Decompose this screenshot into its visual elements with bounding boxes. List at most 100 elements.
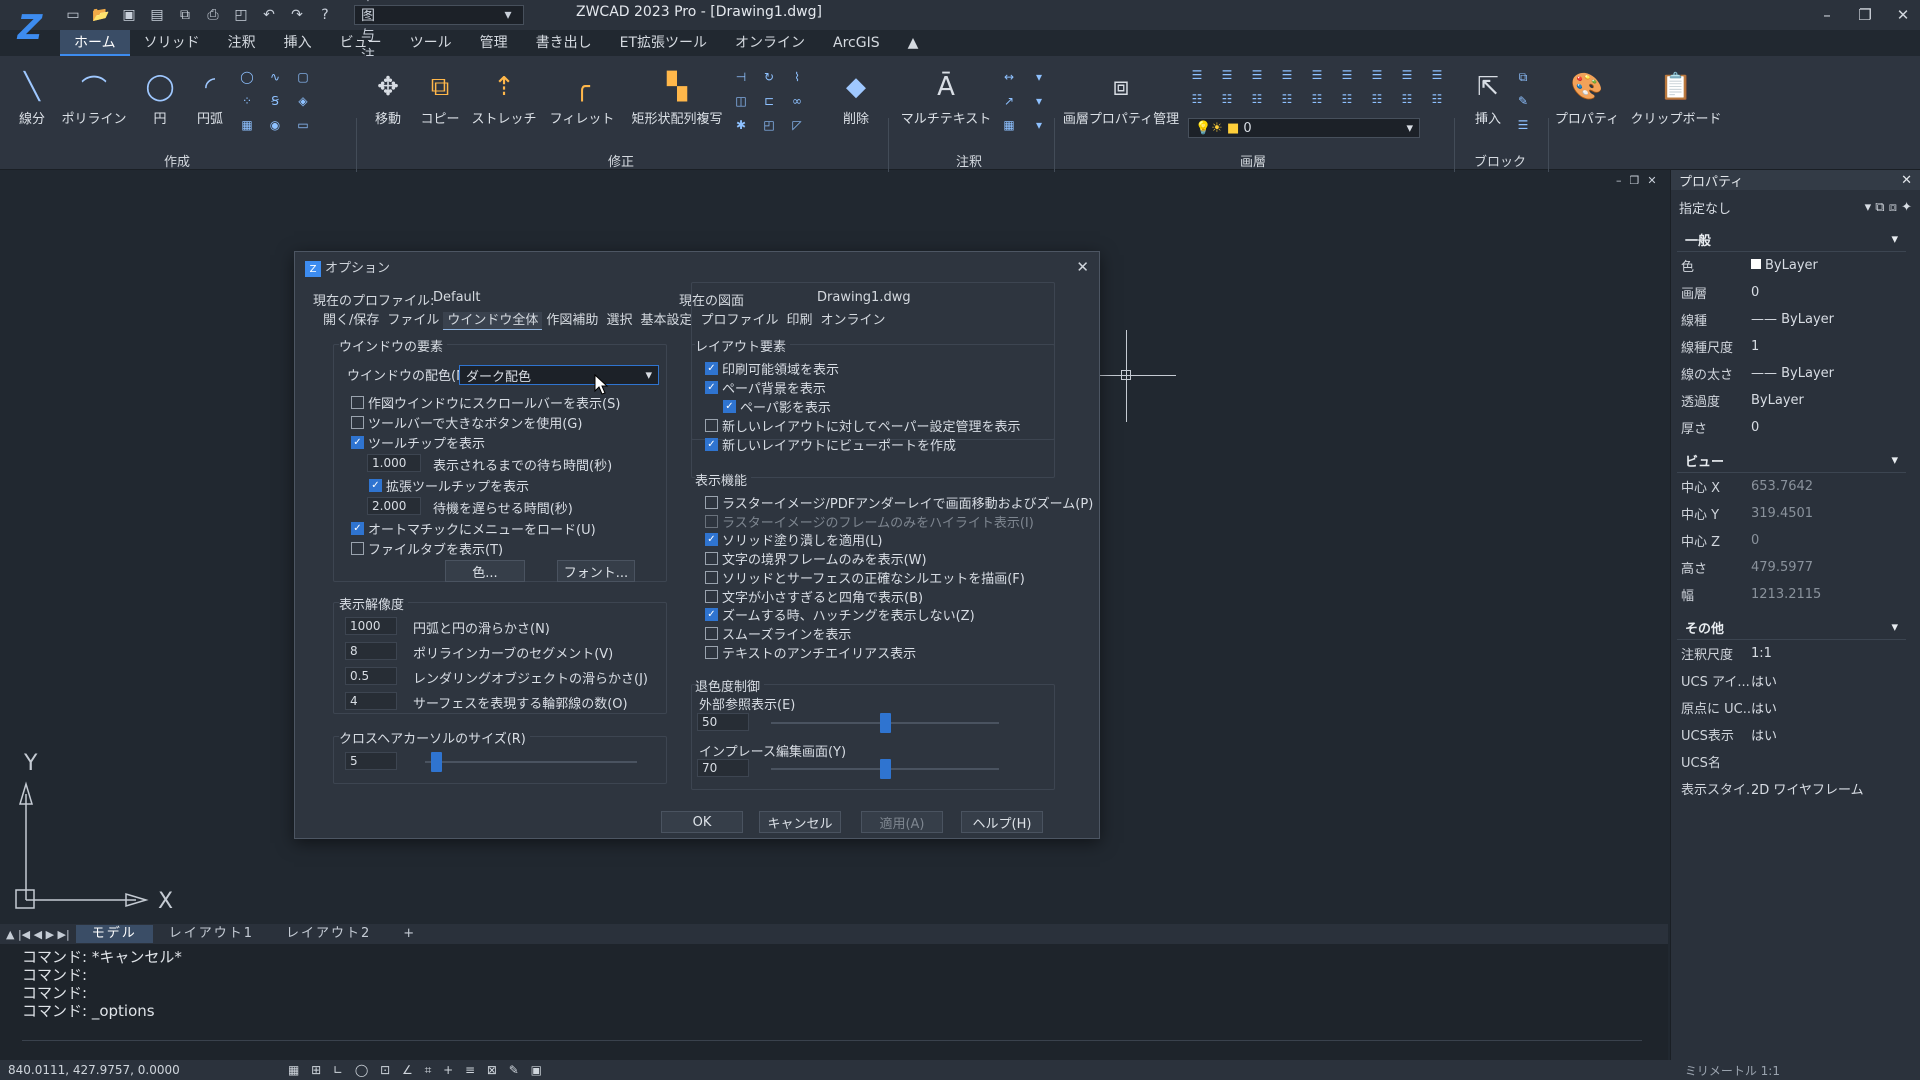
help-icon[interactable]: ? — [316, 6, 334, 24]
explode-icon[interactable]: ✱ — [732, 116, 750, 134]
chamfer-icon[interactable]: ◸ — [788, 116, 806, 134]
menu-tab[interactable]: ArcGIS — [819, 30, 894, 56]
property-row[interactable]: 中心 X 653.7642 — [1671, 473, 1920, 500]
property-row[interactable]: 中心 Z 0 — [1671, 527, 1920, 554]
section-general[interactable]: 一般 ▾ — [1677, 228, 1906, 252]
boundary-icon[interactable]: ▭ — [294, 116, 312, 134]
section-view[interactable]: ビュー ▾ — [1677, 449, 1906, 473]
extended-delay-input[interactable]: 2.000 — [367, 497, 421, 515]
display-option-checkbox[interactable]: 文字の境界フレームのみを表示(W) — [705, 549, 927, 568]
dialog-tab[interactable]: 基本設定 — [636, 312, 696, 330]
menu-tab[interactable]: ツール — [396, 30, 466, 56]
properties-button[interactable]: 🎨 プロパティ — [1552, 56, 1622, 127]
apply-button[interactable]: 適用(A) — [861, 811, 943, 833]
close-icon[interactable]: ✕ — [1894, 6, 1912, 24]
leader-icon[interactable]: ↗ — [1000, 92, 1018, 110]
layer-tool-icon[interactable]: ☰ — [1368, 66, 1386, 84]
layer-tool-icon[interactable]: ☰ — [1188, 66, 1206, 84]
dropdown-icon[interactable]: ▾ — [1030, 92, 1048, 110]
layer-tool-icon[interactable]: ☰ — [1338, 66, 1356, 84]
menu-tab[interactable]: 管理 — [466, 30, 522, 56]
layer-tool-icon[interactable]: ☷ — [1248, 90, 1266, 108]
revcloud-icon[interactable]: Ꞩ — [266, 92, 284, 110]
layer-tool-icon[interactable]: ☷ — [1218, 90, 1236, 108]
close-icon[interactable]: ✕ — [1076, 258, 1089, 276]
property-row[interactable]: 線種尺度 1 — [1671, 333, 1920, 360]
property-row[interactable]: 原点に UC... はい — [1671, 694, 1920, 721]
slider-thumb[interactable] — [880, 713, 891, 733]
inplace-fade-input[interactable]: 70 — [697, 759, 749, 777]
colors-button[interactable]: 色... — [445, 560, 525, 582]
slider-thumb[interactable] — [430, 752, 442, 772]
workspace-select[interactable]: 二维草图与注释 ▾ — [354, 0, 524, 84]
resolution-input[interactable]: 1000 — [345, 617, 397, 635]
property-row[interactable]: 表示スタイ... 2D ワイヤフレーム — [1671, 775, 1920, 802]
quick-select-icons[interactable]: ▾ ⧉ ⧈ ✦ — [1865, 200, 1912, 215]
maximize-icon[interactable]: ❐ — [1856, 6, 1874, 24]
mtext-button[interactable]: Ā マルチテキスト — [900, 56, 992, 127]
menu-tab[interactable]: ホーム — [60, 30, 130, 56]
layer-properties-button[interactable]: ⧈ 画層プロパティ管理 — [1060, 56, 1182, 128]
display-option-checkbox[interactable]: ラスターイメージのフレームのみをハイライト表示(I) — [705, 512, 1034, 531]
layout-tab[interactable]: レイアウト1 — [153, 925, 270, 943]
fillet-button[interactable]: ╭ フィレット — [550, 56, 615, 127]
print-icon[interactable]: ⎙ — [204, 6, 222, 24]
layer-tool-icon[interactable]: ☷ — [1338, 90, 1356, 108]
resolution-input[interactable]: 0.5 — [345, 667, 397, 685]
cancel-button[interactable]: キャンセル — [759, 811, 841, 833]
status-toggle-icons[interactable]: ▦ ⊞ ∟ ◯ ⊡ ∠ ⌗ + ≡ ⊠ ✎ ▣ — [288, 1063, 546, 1078]
trim-icon[interactable]: ⊣ — [732, 68, 750, 86]
layer-tool-icon[interactable]: ☰ — [1428, 66, 1446, 84]
layer-tool-icon[interactable]: ☷ — [1368, 90, 1386, 108]
hatch-icon[interactable]: ▦ — [238, 116, 256, 134]
display-option-checkbox[interactable]: ソリッドとサーフェスの正確なシルエットを描画(F) — [705, 568, 1025, 587]
more-tabs-icon[interactable]: ▲ — [894, 30, 933, 56]
layout-tab[interactable]: モデル — [75, 925, 153, 943]
restore-icon[interactable]: ❐ — [1630, 174, 1640, 187]
edit-block-icon[interactable]: ✎ — [1514, 92, 1532, 110]
save-icon[interactable]: ▣ — [120, 6, 138, 24]
undo-icon[interactable]: ↶ — [260, 6, 278, 24]
display-option-checkbox[interactable]: ✓ ソリッド塗り潰しを適用(L) — [705, 530, 882, 549]
layer-tool-icon[interactable]: ☰ — [1398, 66, 1416, 84]
menu-tab[interactable]: 注釈 — [214, 30, 270, 56]
property-row[interactable]: 線種 —— ByLayer — [1671, 306, 1920, 333]
spline-icon[interactable]: ∿ — [266, 68, 284, 86]
property-row[interactable]: 注釈尺度 1:1 — [1671, 640, 1920, 667]
color-scheme-select[interactable]: ダーク配色 ▾ — [459, 365, 659, 385]
ok-button[interactable]: OK — [661, 811, 743, 833]
menu-tab[interactable]: ソリッド — [130, 30, 214, 56]
dimension-icon[interactable]: ↔ — [1000, 68, 1018, 86]
layer-tool-icon[interactable]: ☷ — [1428, 90, 1446, 108]
region-icon[interactable]: ◈ — [294, 92, 312, 110]
xref-fade-slider[interactable] — [771, 713, 999, 733]
layer-tool-icon[interactable]: ☷ — [1398, 90, 1416, 108]
tooltips-checkbox[interactable]: ✓ ツールチップを表示 — [351, 433, 485, 452]
publish-icon[interactable]: ⧉ — [176, 6, 194, 24]
layer-tool-icon[interactable]: ☷ — [1278, 90, 1296, 108]
dropdown-icon[interactable]: ▾ — [1030, 68, 1048, 86]
menu-tab[interactable]: 挿入 — [270, 30, 326, 56]
layout-tab[interactable]: レイアウト2 — [270, 925, 387, 943]
close-icon[interactable]: ✕ — [1901, 173, 1912, 188]
menu-tab[interactable]: 書き出し — [522, 30, 606, 56]
open-icon[interactable]: 📂 — [92, 6, 110, 24]
scrollbar-checkbox[interactable]: 作図ウインドウにスクロールバーを表示(S) — [351, 393, 620, 412]
property-row[interactable]: 中心 Y 319.4501 — [1671, 500, 1920, 527]
rectangle-icon[interactable]: ▢ — [294, 68, 312, 86]
dialog-tab[interactable]: ファイル — [383, 312, 443, 330]
layer-tool-icon[interactable]: ☰ — [1278, 66, 1296, 84]
stretch-button[interactable]: ⇡ ストレッチ — [472, 56, 537, 127]
layer-tool-icon[interactable]: ☷ — [1188, 90, 1206, 108]
resolution-input[interactable]: 4 — [345, 692, 397, 710]
menu-tab[interactable]: ET拡張ツール — [606, 30, 721, 56]
copy-button[interactable]: ⧉ コピー — [408, 56, 472, 128]
property-row[interactable]: 色 ByLayer — [1671, 252, 1920, 279]
new-icon[interactable]: ▭ — [64, 6, 82, 24]
selection-select[interactable]: 指定なし ▾ ⧉ ⧈ ✦ — [1671, 194, 1920, 220]
clipboard-button[interactable]: 📋 クリップボード — [1628, 56, 1724, 127]
property-row[interactable]: 画層 0 — [1671, 279, 1920, 306]
scale-icon[interactable]: ◰ — [760, 116, 778, 134]
table-icon[interactable]: ▦ — [1000, 116, 1018, 134]
inplace-fade-slider[interactable] — [771, 759, 999, 779]
